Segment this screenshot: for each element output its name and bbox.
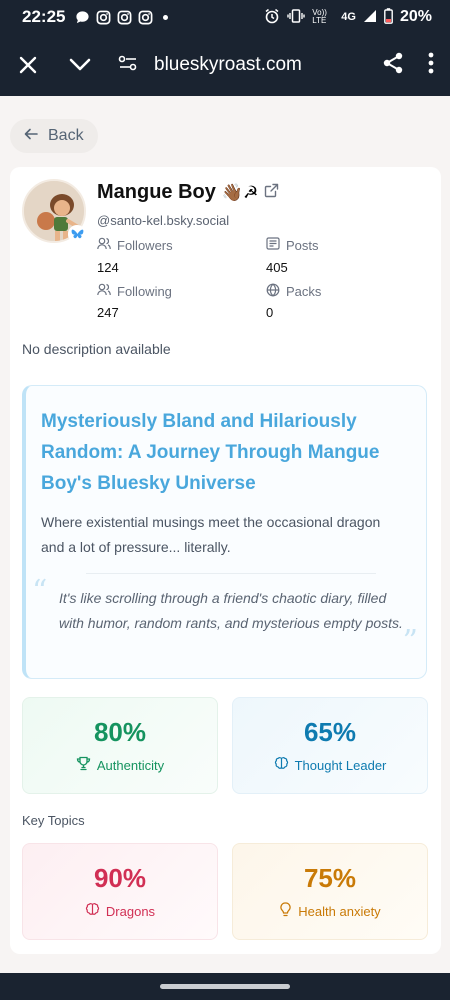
close-quote-icon: ” xyxy=(402,624,418,659)
health-label-row: Health anxiety xyxy=(279,902,381,920)
chat-bubble-icon xyxy=(75,10,90,25)
status-time: 22:25 xyxy=(22,7,66,26)
topic-health-card: 75% Health anxiety xyxy=(232,843,428,940)
bluesky-badge-icon xyxy=(68,225,86,243)
packs-count: 0 xyxy=(266,305,274,320)
users-icon xyxy=(97,283,111,299)
posts-label: Posts xyxy=(286,237,319,253)
dragons-label-row: Dragons xyxy=(85,902,155,920)
vibrate-icon xyxy=(287,8,305,26)
battery-percentage: 20% xyxy=(399,8,432,25)
system-icons: Vo)) LTE 4G 20% xyxy=(264,7,432,27)
followers-count: 124 xyxy=(97,260,119,275)
open-quote-icon: “ xyxy=(32,574,48,609)
following-label: Following xyxy=(117,283,172,299)
chevron-down-icon[interactable] xyxy=(68,53,92,77)
instagram-icon xyxy=(138,10,153,25)
brain-icon xyxy=(274,756,289,774)
site-settings-icon[interactable] xyxy=(118,55,138,76)
dragons-value: 90% xyxy=(93,863,147,893)
roast-divider xyxy=(86,573,376,574)
followers-stat-label: Followers xyxy=(97,237,173,253)
roast-box: Mysteriously Bland and Hilariously Rando… xyxy=(22,385,427,679)
status-bar: 22:25 Vo)) LTE 4G 20% xyxy=(0,0,450,34)
followers-label: Followers xyxy=(117,237,173,253)
notification-icons xyxy=(75,10,169,25)
profile-name: Mangue Boy xyxy=(97,181,216,203)
home-gesture-handle[interactable] xyxy=(160,984,290,989)
instagram-icon xyxy=(96,10,111,25)
url-text[interactable]: blueskyroast.com xyxy=(154,54,302,76)
more-vert-icon[interactable] xyxy=(428,52,434,79)
posts-count: 405 xyxy=(266,260,288,275)
packs-label: Packs xyxy=(286,284,322,299)
profile-name-row: Mangue Boy 👋🏾☭ xyxy=(97,181,279,204)
authenticity-card: 80% Authenticity xyxy=(22,697,218,794)
posts-stat-label: Posts xyxy=(266,237,319,253)
profile-name-emoji: 👋🏾☭ xyxy=(221,182,259,202)
roast-quote: It's like scrolling through a friend's c… xyxy=(59,590,403,631)
following-count: 247 xyxy=(97,305,119,320)
back-button[interactable]: Back xyxy=(10,119,98,153)
authenticity-value: 80% xyxy=(93,717,147,747)
thought-leader-card: 65% Thought Leader xyxy=(232,697,428,794)
profile-card: Mangue Boy 👋🏾☭ @santo-kel.bsky.social Fo… xyxy=(10,167,441,954)
network-label: Vo)) LTE xyxy=(312,8,327,25)
arrow-left-icon xyxy=(24,127,38,145)
roast-title: Mysteriously Bland and Hilariously Rando… xyxy=(41,411,380,494)
share-icon[interactable] xyxy=(382,52,404,79)
signal-icon xyxy=(363,9,377,26)
address-bar[interactable]: blueskyroast.com xyxy=(118,54,302,76)
thought-leader-label: Thought Leader xyxy=(294,757,387,773)
topic-dragons-card: 90% Dragons xyxy=(22,843,218,940)
health-label: Health anxiety xyxy=(298,903,381,919)
more-notifications-dot xyxy=(163,14,169,20)
following-stat-label: Following xyxy=(97,283,172,299)
authenticity-label-row: Authenticity xyxy=(76,756,164,774)
browser-toolbar: blueskyroast.com xyxy=(0,34,450,96)
thought-leader-value: 65% xyxy=(303,717,357,747)
users-icon xyxy=(97,237,111,253)
back-label: Back xyxy=(48,127,84,144)
key-topics-heading: Key Topics xyxy=(22,813,85,828)
trophy-icon xyxy=(76,756,91,774)
profile-handle: @santo-kel.bsky.social xyxy=(97,213,230,228)
packs-stat-label: Packs xyxy=(266,283,321,300)
close-icon[interactable] xyxy=(16,53,40,77)
brain-icon xyxy=(85,902,100,920)
network-type: 4G xyxy=(341,11,356,23)
authenticity-label: Authenticity xyxy=(96,757,165,773)
newspaper-icon xyxy=(266,237,280,253)
lightbulb-icon xyxy=(279,902,292,920)
external-link-icon[interactable] xyxy=(264,183,279,203)
globe-icon xyxy=(266,283,280,300)
health-value: 75% xyxy=(303,863,357,893)
thought-leader-label-row: Thought Leader xyxy=(274,756,387,774)
dragons-label: Dragons xyxy=(105,903,156,919)
battery-icon xyxy=(384,7,393,27)
alarm-icon xyxy=(264,8,280,27)
roast-subtitle: Where existential musings meet the occas… xyxy=(41,514,381,555)
profile-description: No description available xyxy=(22,341,171,357)
instagram-icon xyxy=(117,10,132,25)
